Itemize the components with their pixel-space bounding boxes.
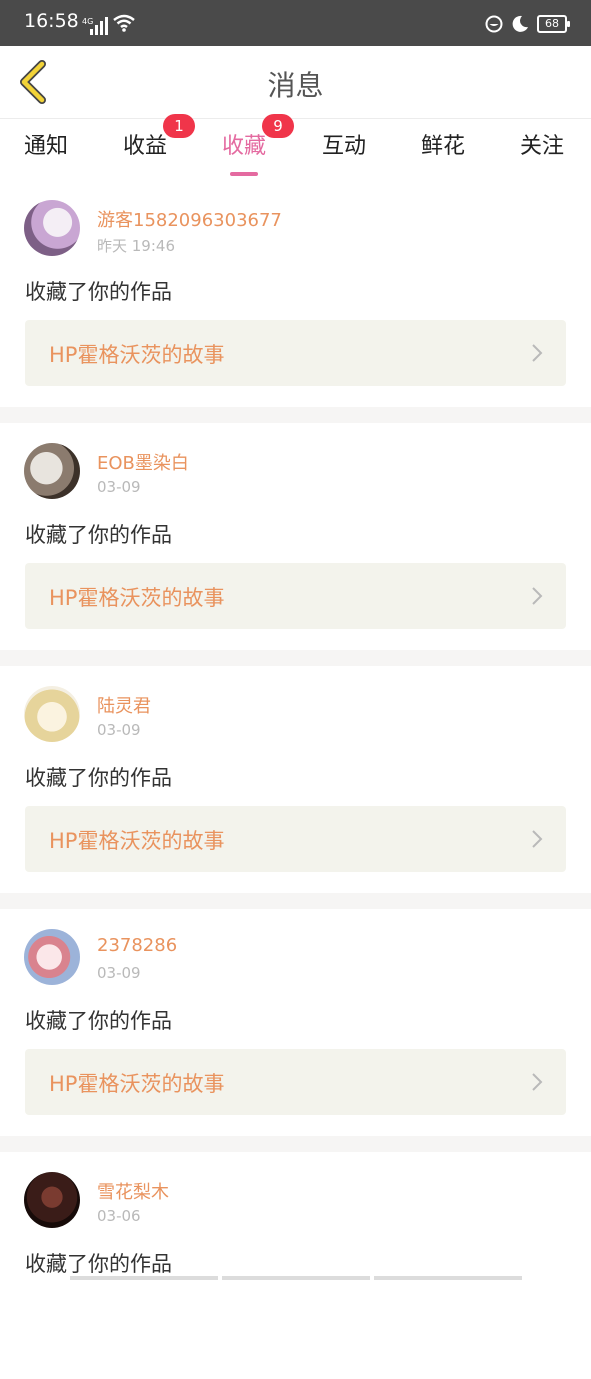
user-name[interactable]: 游客1582096303677 [97,206,282,232]
work-title: HP霍格沃茨的故事 [49,829,225,853]
active-tab-indicator [230,172,259,176]
action-text: 收藏了你的作品 [25,280,172,304]
chevron-right-icon [532,1073,543,1091]
tab-flowers[interactable]: 鲜花 [421,128,465,160]
unread-badge: 9 [262,114,295,138]
avatar[interactable] [24,443,80,499]
list-item: 2378286 03-09 收藏了你的作品 HP霍格沃茨的故事 [0,909,591,1136]
tab-bar: 通知 收益 1 收藏 9 互动 鲜花 关注 [0,114,591,176]
timestamp: 03-09 [97,478,141,496]
work-card[interactable]: HP霍格沃茨的故事 [25,320,566,386]
signal-icon [90,17,108,35]
avatar[interactable] [24,929,80,985]
tab-interactions[interactable]: 互动 [322,128,366,160]
moon-icon [512,15,528,32]
avatar[interactable] [24,1172,80,1228]
work-card[interactable]: HP霍格沃茨的故事 [25,806,566,872]
chevron-right-icon [532,344,543,362]
divider [0,893,591,909]
tab-label: 互动 [322,134,367,159]
list-item: EOB墨染白 03-09 收藏了你的作品 HP霍格沃茨的故事 [0,423,591,650]
chevron-right-icon [532,830,543,848]
battery-icon: 68 [537,15,570,33]
page-title: 消息 [267,69,324,102]
user-name[interactable]: 雪花梨木 [97,1178,169,1204]
status-time: 16:58 [24,10,79,32]
timestamp: 昨天 19:46 [97,237,175,255]
tab-favorites[interactable]: 收藏 9 [222,114,295,176]
divider [0,407,591,423]
list-item: 雪花梨木 03-06 收藏了你的作品 [0,1152,591,1379]
user-name[interactable]: EOB墨染白 [97,449,189,475]
work-title: HP霍格沃茨的故事 [49,1072,225,1096]
timestamp: 03-09 [97,964,141,982]
user-name[interactable]: 2378286 [97,935,177,956]
tab-earnings[interactable]: 收益 1 [123,114,196,160]
tab-label: 收益 [123,134,168,159]
work-title: HP霍格沃茨的故事 [49,586,225,610]
eye-comfort-icon [485,15,503,33]
list-item: 游客1582096303677 昨天 19:46 收藏了你的作品 HP霍格沃茨的… [0,180,591,407]
app-header: 消息 [0,46,591,119]
tab-label: 关注 [520,134,565,159]
timestamp: 03-09 [97,721,141,739]
timestamp: 03-06 [97,1207,141,1225]
unread-badge: 1 [163,114,196,138]
work-card[interactable]: HP霍格沃茨的故事 [25,1049,566,1115]
avatar[interactable] [24,200,80,256]
user-name[interactable]: 陆灵君 [97,692,151,718]
work-card[interactable]: HP霍格沃茨的故事 [25,563,566,629]
chevron-right-icon [532,587,543,605]
tab-label: 通知 [24,134,69,159]
status-bar: 16:58 4G 68 [0,0,591,46]
action-text: 收藏了你的作品 [25,523,172,547]
tab-follows[interactable]: 关注 [520,128,564,160]
wifi-icon [113,14,135,32]
action-text: 收藏了你的作品 [25,766,172,790]
action-text: 收藏了你的作品 [25,1009,172,1033]
gesture-bar [70,1276,522,1280]
tab-notifications[interactable]: 通知 [24,128,68,160]
tab-label: 收藏 [222,134,267,159]
favorites-feed: 游客1582096303677 昨天 19:46 收藏了你的作品 HP霍格沃茨的… [0,180,591,1379]
tab-label: 鲜花 [421,134,466,159]
list-item: 陆灵君 03-09 收藏了你的作品 HP霍格沃茨的故事 [0,666,591,893]
action-text: 收藏了你的作品 [25,1252,172,1276]
divider [0,650,591,666]
work-title: HP霍格沃茨的故事 [49,343,225,367]
avatar[interactable] [24,686,80,742]
divider [0,1136,591,1152]
